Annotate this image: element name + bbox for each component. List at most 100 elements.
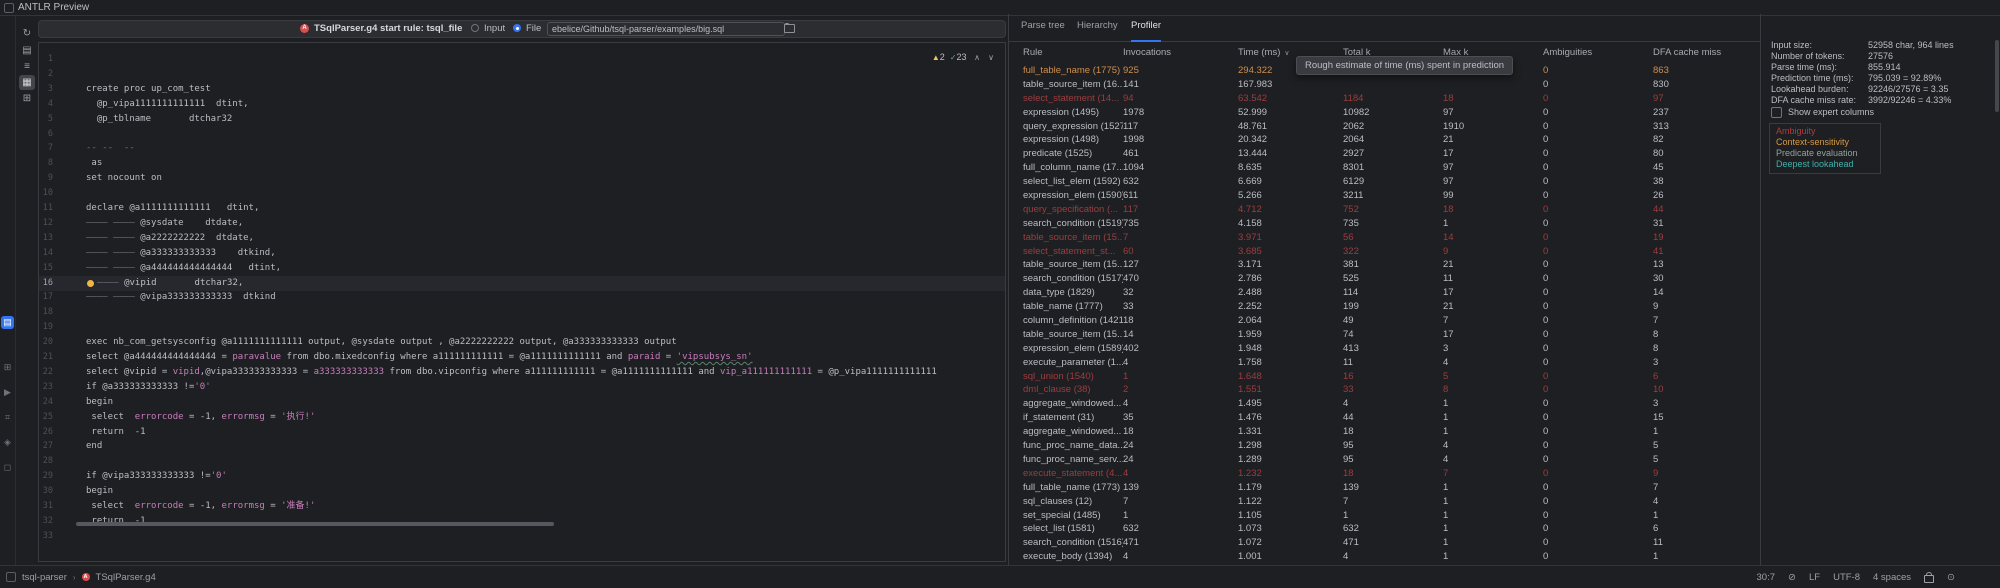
- code-line-16[interactable]: 16———— @vipid dtchar32,: [39, 276, 1005, 291]
- profiler-row[interactable]: table_source_item (15...1273.17138121013: [1009, 258, 1761, 272]
- code-line-2[interactable]: 2: [39, 67, 1005, 82]
- status-encoding[interactable]: UTF-8: [1833, 572, 1860, 583]
- profiler-row[interactable]: search_condition (1519)7354.1587351031: [1009, 217, 1761, 231]
- code-line-30[interactable]: 30begin: [39, 484, 1005, 499]
- profiler-row[interactable]: table_source_item (16...141167.9830830: [1009, 78, 1761, 92]
- profiler-row[interactable]: query_expression (1527)11748.76120621910…: [1009, 120, 1761, 134]
- code-line-17[interactable]: 17———— ———— @vipa333333333333 dtkind: [39, 290, 1005, 305]
- code-line-28[interactable]: 28: [39, 454, 1005, 469]
- status-file[interactable]: TSqlParser.g4: [96, 572, 156, 583]
- file-path-input[interactable]: ebelice/Github/tsql-parser/examples/big.…: [547, 22, 785, 36]
- tool-window-icon-a[interactable]: ⊞: [1, 361, 14, 374]
- profiler-row[interactable]: aggregate_windowed...181.33118101: [1009, 425, 1761, 439]
- status-project[interactable]: tsql-parser: [22, 572, 67, 583]
- code-line-6[interactable]: 6: [39, 127, 1005, 142]
- write-access-lock-icon[interactable]: [1924, 575, 1934, 583]
- profiler-row[interactable]: execute_parameter (1...41.75811403: [1009, 356, 1761, 370]
- tool-window-icon-c[interactable]: ⌗: [1, 411, 14, 424]
- profiler-row[interactable]: select_statement (14...9463.542118418097: [1009, 92, 1761, 106]
- code-line-22[interactable]: 22select @vipid = vipid,@vipa33333333333…: [39, 365, 1005, 380]
- profiler-row[interactable]: func_proc_name_data...241.29895405: [1009, 439, 1761, 453]
- code-line-19[interactable]: 19: [39, 320, 1005, 335]
- file-radio-label[interactable]: File: [526, 23, 541, 34]
- input-radio[interactable]: [471, 24, 479, 32]
- profiler-row[interactable]: select_list (1581)6321.073632106: [1009, 522, 1761, 536]
- stats-scrollbar[interactable]: [1995, 40, 1999, 112]
- profiler-row[interactable]: select_list_elem (1592)6326.669612997038: [1009, 175, 1761, 189]
- code-line-14[interactable]: 14———— ———— @a333333333333 dtkind,: [39, 246, 1005, 261]
- profiler-row[interactable]: table_source_item (15...141.959741708: [1009, 328, 1761, 342]
- tab-profiler[interactable]: Profiler: [1131, 20, 1161, 42]
- profiler-row[interactable]: execute_statement (4...41.23218709: [1009, 467, 1761, 481]
- profiler-row[interactable]: execute_body (1394)41.0014101: [1009, 550, 1761, 564]
- grid-icon[interactable]: ⊞: [19, 91, 35, 106]
- expert-columns-checkbox[interactable]: [1771, 107, 1782, 118]
- file-radio[interactable]: [513, 24, 521, 32]
- profiler-row[interactable]: expression_elem (1590)6115.266321199026: [1009, 189, 1761, 203]
- code-line-7[interactable]: 7-- -- --: [39, 141, 1005, 156]
- code-line-23[interactable]: 23if @a333333333333 !='0': [39, 380, 1005, 395]
- code-line-13[interactable]: 13———— ———— @a2222222222 dtdate,: [39, 231, 1005, 246]
- profiler-row[interactable]: data_type (1829)322.48811417014: [1009, 286, 1761, 300]
- code-line-12[interactable]: 12———— ———— @sysdate dtdate,: [39, 216, 1005, 231]
- profiler-row[interactable]: predicate (1525)46113.444292717080: [1009, 147, 1761, 161]
- col-rule[interactable]: Rule: [1023, 41, 1123, 64]
- inspections-widget[interactable]: ▲2 ✓23 ∧ ∨: [932, 52, 997, 65]
- col-ambiguities[interactable]: Ambiguities: [1543, 41, 1653, 64]
- code-line-20[interactable]: 20exec nb_com_getsysconfig @a11111111111…: [39, 335, 1005, 350]
- start-rule-icon[interactable]: ▤: [19, 43, 35, 58]
- profiler-row[interactable]: search_condition (1517)4702.78652511030: [1009, 272, 1761, 286]
- intention-bulb-icon[interactable]: [86, 277, 97, 285]
- profiler-row[interactable]: search_condition (1516)4711.0724711011: [1009, 536, 1761, 550]
- code-line-10[interactable]: 10: [39, 186, 1005, 201]
- highlight-level-icon[interactable]: ⊘: [1788, 572, 1796, 583]
- notifications-icon[interactable]: ⊙: [1947, 572, 1955, 583]
- profiler-row[interactable]: set_special (1485)11.1051101: [1009, 509, 1761, 523]
- code-line-25[interactable]: 25 select errorcode = -1, errormsg = '执行…: [39, 410, 1005, 425]
- code-line-18[interactable]: 18: [39, 305, 1005, 320]
- profiler-row[interactable]: expression_elem (1589)4021.948413308: [1009, 342, 1761, 356]
- code-line-27[interactable]: 27end: [39, 439, 1005, 454]
- refresh-icon[interactable]: ↻: [19, 26, 35, 41]
- code-line-1[interactable]: 1: [39, 52, 1005, 67]
- code-line-15[interactable]: 15———— ———— @a444444444444444 dtint,: [39, 261, 1005, 276]
- code-line-5[interactable]: 5 @p_tblname dtchar32: [39, 112, 1005, 127]
- tab-hierarchy[interactable]: Hierarchy: [1077, 20, 1118, 40]
- profiler-row[interactable]: if_statement (31)351.476441015: [1009, 411, 1761, 425]
- horizontal-scrollbar[interactable]: [76, 522, 554, 526]
- tab-parse-tree[interactable]: Parse tree: [1021, 20, 1065, 40]
- profiler-row[interactable]: aggregate_windowed...41.4954103: [1009, 397, 1761, 411]
- code-line-9[interactable]: 9set nocount on: [39, 171, 1005, 186]
- code-line-29[interactable]: 29if @vipa333333333333 !='0': [39, 469, 1005, 484]
- profiler-row[interactable]: sql_union (1540)11.64816506: [1009, 370, 1761, 384]
- profiler-row[interactable]: full_column_name (17...10948.63583019704…: [1009, 161, 1761, 175]
- profiler-row[interactable]: expression (1498)199820.342206421082: [1009, 133, 1761, 147]
- expert-columns-label[interactable]: Show expert columns: [1788, 106, 1874, 118]
- profiler-row[interactable]: expression (1495)197852.99910982970237: [1009, 106, 1761, 120]
- profiler-mode-icon[interactable]: ▦: [19, 75, 35, 90]
- profiler-row[interactable]: dml_clause (38)21.551338010: [1009, 383, 1761, 397]
- status-caret-position[interactable]: 30:7: [1757, 572, 1776, 583]
- status-indent[interactable]: 4 spaces: [1873, 572, 1911, 583]
- code-line-31[interactable]: 31 select errorcode = -1, errormsg = '准备…: [39, 499, 1005, 514]
- status-toolwindow-icon[interactable]: [6, 572, 16, 582]
- profiler-row[interactable]: query_specification (...1174.71275218044: [1009, 203, 1761, 217]
- input-radio-label[interactable]: Input: [484, 23, 505, 34]
- test-rule-icon[interactable]: ≡: [19, 59, 35, 74]
- profiler-row[interactable]: table_name (1777)332.2521992109: [1009, 300, 1761, 314]
- profiler-row[interactable]: full_table_name (1773)1391.179139107: [1009, 481, 1761, 495]
- tool-window-icon-d[interactable]: ◈: [1, 436, 14, 449]
- profiler-row[interactable]: func_proc_name_serv...241.28995405: [1009, 453, 1761, 467]
- code-line-8[interactable]: 8 as: [39, 156, 1005, 171]
- status-line-ending[interactable]: LF: [1809, 572, 1820, 583]
- antlr-preview-icon[interactable]: ▤: [1, 316, 14, 329]
- code-editor[interactable]: 123create proc up_com_test4 @p_vipa11111…: [38, 42, 1006, 562]
- prev-next-chevron-icons[interactable]: ∧ ∨: [974, 53, 997, 62]
- code-line-24[interactable]: 24begin: [39, 395, 1005, 410]
- col-invocations[interactable]: Invocations: [1123, 41, 1238, 64]
- profiler-row[interactable]: sql_clauses (12)71.1227104: [1009, 495, 1761, 509]
- code-line-21[interactable]: 21select @a444444444444444 = paravalue f…: [39, 350, 1005, 365]
- code-line-4[interactable]: 4 @p_vipa1111111111111 dtint,: [39, 97, 1005, 112]
- code-line-11[interactable]: 11declare @a1111111111111 dtint,: [39, 201, 1005, 216]
- code-line-3[interactable]: 3create proc up_com_test: [39, 82, 1005, 97]
